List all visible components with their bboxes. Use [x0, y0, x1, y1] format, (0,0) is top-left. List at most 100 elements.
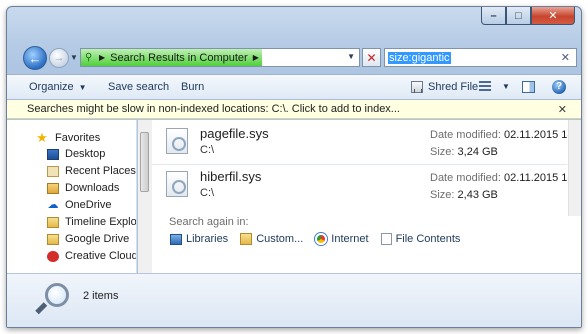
size-value: 2,43 GB	[457, 189, 498, 201]
caption-buttons: – □ ✕	[481, 7, 575, 25]
recent-places-icon	[47, 165, 59, 177]
scrollbar-thumb[interactable]	[140, 132, 149, 192]
file-name: pagefile.sys	[200, 126, 269, 141]
change-view-button[interactable]: ▼	[479, 81, 510, 92]
system-file-icon	[166, 171, 188, 197]
search-again-label: Search again in:	[169, 216, 249, 228]
help-icon: ?	[552, 80, 566, 94]
item-count: 2 items	[83, 290, 119, 302]
sidebar-item-desktop[interactable]: Desktop	[47, 148, 105, 160]
result-divider	[152, 164, 567, 165]
stop-search-button[interactable]: ✕	[362, 48, 381, 67]
sidebar-item-downloads[interactable]: Downloads	[47, 182, 119, 194]
libraries-icon	[170, 233, 182, 245]
forward-arrow-icon: →	[53, 52, 65, 64]
folder-icon	[47, 216, 59, 228]
address-bar[interactable]: ⚲ ▶ Search Results in Computer ▶ ▼	[80, 48, 360, 67]
close-button[interactable]: ✕	[531, 7, 575, 25]
file-size: Size: 3,24 GB	[430, 146, 498, 158]
organize-label: Organize	[29, 81, 74, 93]
shred-file-label: Shred File	[428, 81, 479, 93]
sidebar-item-label: Desktop	[65, 148, 106, 160]
creative-cloud-icon	[47, 250, 59, 262]
minimize-button[interactable]: –	[481, 7, 506, 25]
result-item-pagefile[interactable]: pagefile.sys C:\ Date modified: 02.11.20…	[152, 123, 581, 165]
stop-icon: ✕	[366, 50, 377, 65]
date-modified: Date modified: 02.11.2015 18:17	[430, 172, 581, 184]
sidebar-item-onedrive[interactable]: ☁ OneDrive	[47, 199, 112, 211]
breadcrumb-chevron-icon[interactable]: ▶	[99, 53, 105, 62]
sidebar-item-creative-cloud[interactable]: Creative Cloud Fi	[47, 250, 137, 262]
search-again-libraries[interactable]: Libraries	[170, 233, 228, 245]
back-arrow-icon: ←	[28, 50, 42, 66]
file-path: C:\	[200, 144, 215, 156]
address-dropdown-icon[interactable]: ▼	[347, 52, 355, 61]
help-button[interactable]: ?	[552, 80, 566, 94]
view-list-icon	[479, 81, 491, 92]
shredder-icon	[411, 81, 423, 93]
sidebar-item-label: Downloads	[65, 182, 120, 194]
file-name: hiberfil.sys	[200, 169, 262, 184]
date-modified: Date modified: 02.11.2015 18:17	[430, 129, 581, 141]
index-info-bar[interactable]: Searches might be slow in non-indexed lo…	[7, 100, 581, 119]
search-again-option-label: Libraries	[186, 233, 229, 245]
downloads-icon	[47, 182, 59, 194]
date-modified-label: Date modified:	[430, 129, 501, 141]
sidebar-item-google-drive[interactable]: Google Drive	[47, 233, 129, 245]
search-again-option-label: Custom...	[256, 233, 304, 245]
search-again-file-contents[interactable]: File Contents	[380, 233, 461, 245]
sidebar-item-label: Favorites	[55, 132, 101, 144]
size-label: Size:	[430, 146, 455, 158]
explorer-window: – □ ✕ ← → ▼ ⚲ ▶ Search Results in Comput…	[6, 6, 582, 328]
clear-search-icon[interactable]: ✕	[561, 51, 570, 64]
results-scrollbar[interactable]	[568, 120, 581, 216]
search-location-icon: ⚲	[85, 52, 93, 63]
back-button[interactable]: ←	[23, 46, 47, 70]
recent-pages-dropdown[interactable]: ▼	[70, 53, 78, 62]
system-file-icon	[166, 128, 188, 154]
save-search-button[interactable]: Save search	[108, 81, 169, 93]
size-value: 3,24 GB	[457, 146, 498, 158]
results-pane: pagefile.sys C:\ Date modified: 02.11.20…	[152, 120, 581, 273]
search-magnifier-icon	[35, 283, 71, 323]
search-again-internet[interactable]: Internet	[315, 233, 369, 245]
search-query-text: size:gigantic	[388, 51, 451, 64]
search-again-custom[interactable]: Custom...	[240, 233, 303, 245]
search-again-option-label: Internet	[331, 233, 369, 245]
sidebar-item-favorites[interactable]: ★ Favorites	[35, 130, 100, 146]
address-location[interactable]: Search Results in Computer	[110, 52, 248, 64]
preview-pane-icon	[522, 81, 535, 93]
search-again-options: Libraries Custom... Internet File Conten…	[170, 233, 460, 245]
maximize-button[interactable]: □	[506, 7, 531, 25]
chevron-down-icon: ▼	[502, 82, 510, 91]
sidebar-item-timeline-explorer[interactable]: Timeline Explorer	[47, 216, 136, 228]
search-input[interactable]: size:gigantic ✕	[384, 48, 577, 67]
navigation-pane: ★ Favorites Desktop Recent Places Downlo…	[7, 120, 137, 273]
organize-button[interactable]: Organize ▼	[29, 81, 87, 93]
sidebar-item-label: OneDrive	[65, 199, 112, 211]
file-path: C:\	[200, 187, 215, 199]
result-item-hiberfil[interactable]: hiberfil.sys C:\ Date modified: 02.11.20…	[152, 166, 581, 204]
shred-file-button[interactable]: Shred File	[411, 81, 478, 93]
sidebar-item-label: Google Drive	[65, 233, 130, 245]
navigation-row: ← → ▼ ⚲ ▶ Search Results in Computer ▶ ▼…	[7, 43, 581, 73]
date-modified-label: Date modified:	[430, 172, 501, 184]
sidebar-item-label: Recent Places	[65, 165, 136, 177]
sidebar-item-label: Creative Cloud Fi	[65, 250, 137, 262]
chevron-down-icon: ▼	[78, 82, 87, 92]
file-contents-icon	[380, 233, 392, 245]
navigation-scrollbar[interactable]	[138, 120, 152, 273]
breadcrumb-chevron-icon[interactable]: ▶	[253, 53, 259, 62]
burn-button[interactable]: Burn	[181, 81, 204, 93]
info-bar-close-icon[interactable]: ✕	[558, 103, 567, 116]
preview-pane-button[interactable]	[522, 81, 535, 93]
sidebar-item-recent-places[interactable]: Recent Places	[47, 165, 136, 177]
details-pane: 2 items	[7, 273, 581, 327]
search-again-option-label: File Contents	[395, 233, 461, 245]
desktop-icon	[47, 148, 59, 160]
chrome-browser-icon	[315, 233, 328, 245]
forward-button[interactable]: →	[49, 48, 69, 68]
file-size: Size: 2,43 GB	[430, 189, 498, 201]
custom-folder-icon	[240, 233, 253, 245]
info-bar-message: Searches might be slow in non-indexed lo…	[27, 103, 400, 115]
